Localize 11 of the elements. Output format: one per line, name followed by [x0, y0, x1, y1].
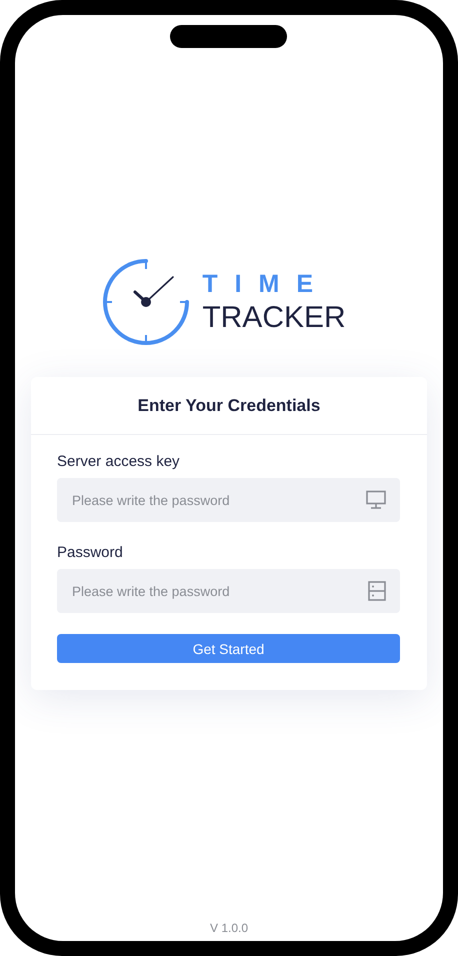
field-label: Password: [57, 544, 124, 561]
field-label: Server access key: [57, 453, 181, 470]
input-field[interactable]: Please write the password: [57, 569, 400, 613]
logo-subtitle: TRACKER: [202, 302, 346, 332]
monitor-icon: [366, 490, 386, 510]
logo-title: TIME: [202, 272, 332, 296]
version-label: V 1.0.0: [210, 921, 248, 935]
input-field[interactable]: Please write the password: [57, 478, 400, 522]
server-icon: [368, 581, 386, 601]
get-started-button[interactable]: Get Started: [57, 634, 400, 663]
card-title: Enter Your Credentials: [138, 396, 320, 416]
